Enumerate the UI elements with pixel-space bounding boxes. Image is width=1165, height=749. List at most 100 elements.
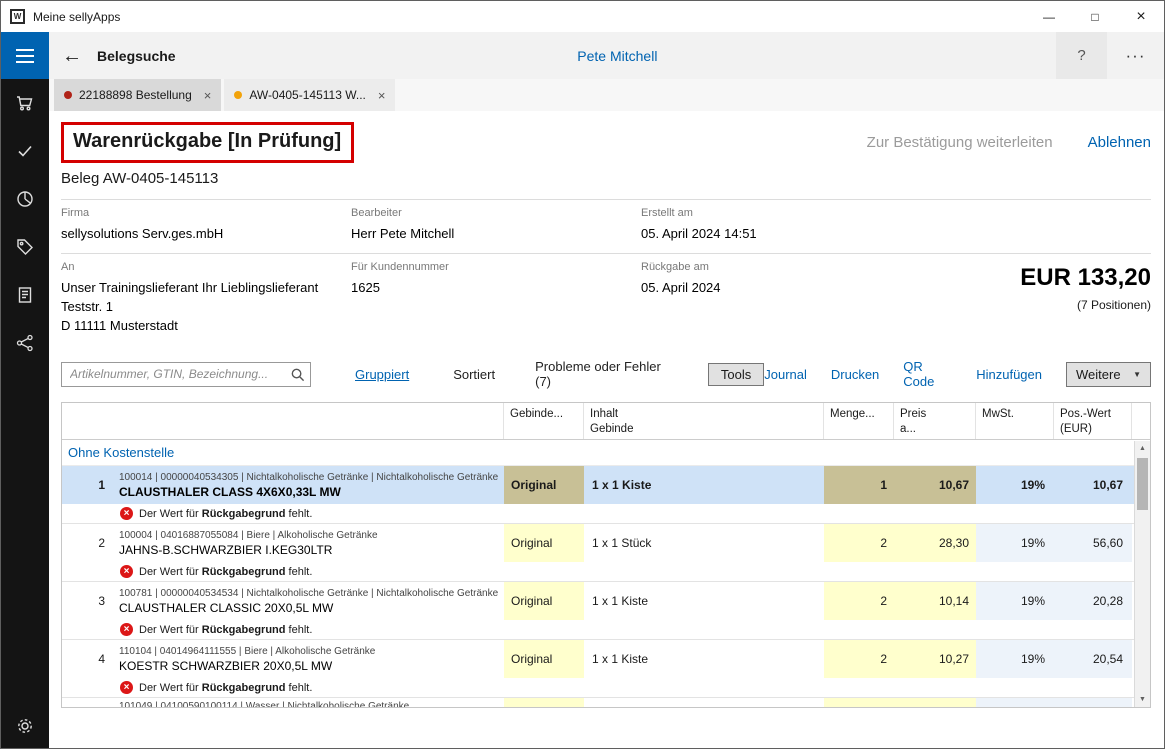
cell-preis[interactable]: 10,14 — [894, 582, 976, 620]
cell-mwst — [976, 698, 1054, 708]
row-number: 2 — [62, 524, 114, 562]
col-header-gebinde[interactable]: Gebinde... — [504, 403, 584, 439]
back-button[interactable]: ← — [62, 46, 82, 66]
toggle-sortiert[interactable]: Sortiert — [453, 367, 495, 382]
tab-label: AW-0405-145113 W... — [249, 88, 366, 102]
cell-pos-wert — [1054, 698, 1132, 708]
app-logo-icon: W — [10, 9, 25, 24]
cell-gebinde[interactable]: Original — [504, 466, 584, 504]
error-text: Der Wert für Rückgabegrund fehlt. — [139, 566, 312, 578]
table-row[interactable]: 3 100781 | 00000040534534 | Nichtalkohol… — [62, 582, 1150, 620]
scrollbar-track[interactable] — [1135, 456, 1150, 692]
row-meta: 100004 | 04016887055084 | Biere | Alkoho… — [119, 530, 378, 541]
cell-menge[interactable]: 2 — [824, 640, 894, 678]
col-header-inhalt[interactable]: InhaltGebinde — [584, 403, 824, 439]
search-input[interactable] — [61, 362, 311, 387]
menu-button[interactable] — [1, 32, 49, 79]
cell-preis[interactable]: 10,67 — [894, 466, 976, 504]
window-title: Meine sellyApps — [33, 10, 120, 24]
scroll-down-button[interactable]: ▼ — [1135, 692, 1150, 707]
table-row[interactable]: 1 100014 | 00000040534305 | Nichtalkohol… — [62, 466, 1150, 504]
tools-button[interactable]: Tools — [708, 363, 764, 386]
sidebar-item-tags[interactable] — [1, 223, 49, 271]
vertical-scrollbar[interactable]: ▲ ▼ — [1134, 441, 1150, 707]
bearbeiter-value: Herr Pete Mitchell — [351, 225, 641, 244]
cell-mwst: 19% — [976, 524, 1054, 562]
cell-inhalt: 1 x 1 Kiste — [584, 466, 824, 504]
col-header-wert[interactable]: Pos.-Wert(EUR) — [1054, 403, 1132, 439]
sidebar-item-statistics[interactable] — [1, 175, 49, 223]
row-meta: 100014 | 00000040534305 | Nichtalkoholis… — [119, 472, 498, 483]
sidebar-item-cart[interactable] — [1, 79, 49, 127]
cell-menge[interactable]: 2 — [824, 582, 894, 620]
qr-code-link[interactable]: QR Code — [903, 359, 952, 389]
row-article-name: JAHNS-B.SCHWARZBIER I.KEG30LTR — [119, 543, 332, 557]
help-button[interactable]: ? — [1056, 32, 1107, 79]
check-icon — [15, 141, 35, 161]
cell-gebinde[interactable] — [504, 698, 584, 708]
search-icon — [290, 367, 305, 382]
cell-gebinde[interactable]: Original — [504, 524, 584, 562]
cell-pos-wert: 20,54 — [1054, 640, 1132, 678]
firma-value: sellysolutions Serv.ges.mbH — [61, 225, 351, 244]
toggle-gruppiert[interactable]: Gruppiert — [355, 367, 409, 382]
chevron-down-icon: ▼ — [1133, 370, 1141, 379]
tab-bar: 22188898 Bestellung × AW-0405-145113 W..… — [49, 79, 1164, 111]
table-row[interactable]: 2 100004 | 04016887055084 | Biere | Alko… — [62, 524, 1150, 562]
tab-close-icon[interactable]: × — [204, 88, 212, 103]
col-header-number — [62, 403, 114, 439]
forward-action[interactable]: Zur Bestätigung weiterleiten — [867, 134, 1053, 151]
error-text: Der Wert für Rückgabegrund fehlt. — [139, 624, 312, 636]
cell-menge[interactable] — [824, 698, 894, 708]
col-header-preis[interactable]: Preisa... — [894, 403, 976, 439]
error-icon: × — [120, 623, 133, 636]
header-more-button[interactable]: ··· — [1107, 32, 1164, 79]
row-error: × Der Wert für Rückgabegrund fehlt. — [62, 504, 1150, 524]
row-error: × Der Wert für Rückgabegrund fehlt. — [62, 678, 1150, 698]
tab-close-icon[interactable]: × — [378, 88, 386, 103]
maximize-button[interactable]: □ — [1072, 1, 1118, 32]
hamburger-icon — [16, 49, 34, 51]
sidebar-item-settings[interactable] — [1, 702, 49, 749]
tab-label: 22188898 Bestellung — [79, 88, 192, 102]
row-meta: 100781 | 00000040534534 | Nichtalkoholis… — [119, 588, 498, 599]
document-total: EUR 133,20 — [1020, 264, 1151, 292]
close-button[interactable]: × — [1118, 1, 1164, 32]
reject-action[interactable]: Ablehnen — [1088, 134, 1151, 151]
col-header-mwst[interactable]: MwSt. — [976, 403, 1054, 439]
tab-bestellung[interactable]: 22188898 Bestellung × — [54, 79, 221, 111]
table-row[interactable]: 4 110104 | 04014964111555 | Biere | Alko… — [62, 640, 1150, 678]
scrollbar-thumb[interactable] — [1137, 458, 1148, 510]
cell-preis[interactable]: 28,30 — [894, 524, 976, 562]
row-article-name: CLAUSTHALER CLASSIC 20X0,5L MW — [119, 601, 333, 615]
journal-link[interactable]: Journal — [764, 367, 807, 382]
row-article-name: CLAUSTHALER CLASS 4X6X0,33L MW — [119, 485, 341, 499]
sidebar-item-journal[interactable] — [1, 271, 49, 319]
cell-gebinde[interactable]: Original — [504, 582, 584, 620]
weitere-button[interactable]: Weitere ▼ — [1066, 362, 1151, 387]
cell-gebinde[interactable]: Original — [504, 640, 584, 678]
tab-warenrueckgabe[interactable]: AW-0405-145113 W... × — [224, 79, 395, 111]
hinzufuegen-link[interactable]: Hinzufügen — [976, 367, 1042, 382]
erstellt-am-label: Erstellt am — [641, 207, 1151, 219]
page-title: Belegsuche — [97, 48, 176, 64]
cell-menge[interactable]: 1 — [824, 466, 894, 504]
user-name[interactable]: Pete Mitchell — [577, 48, 657, 64]
col-header-menge[interactable]: Menge... — [824, 403, 894, 439]
kundennummer-value: 1625 — [351, 279, 641, 298]
app-window: W Meine sellyApps — □ × ← Belegsuche Pet… — [0, 0, 1165, 749]
cell-preis[interactable]: 10,27 — [894, 640, 976, 678]
error-icon: × — [120, 681, 133, 694]
minimize-button[interactable]: — — [1026, 1, 1072, 32]
scroll-up-button[interactable]: ▲ — [1135, 441, 1150, 456]
sidebar-item-share[interactable] — [1, 319, 49, 367]
drucken-link[interactable]: Drucken — [831, 367, 879, 382]
table-row[interactable]: 101049 | 04100590100114 | Wasser | Nicht… — [62, 698, 1150, 708]
toggle-probleme[interactable]: Probleme oder Fehler (7) — [535, 359, 676, 389]
book-icon — [15, 285, 35, 305]
tag-icon — [15, 237, 35, 257]
sidebar-item-tasks[interactable] — [1, 127, 49, 175]
positions-table: Gebinde... InhaltGebinde Menge... Preisa… — [61, 402, 1151, 708]
cell-menge[interactable]: 2 — [824, 524, 894, 562]
cell-preis[interactable] — [894, 698, 976, 708]
